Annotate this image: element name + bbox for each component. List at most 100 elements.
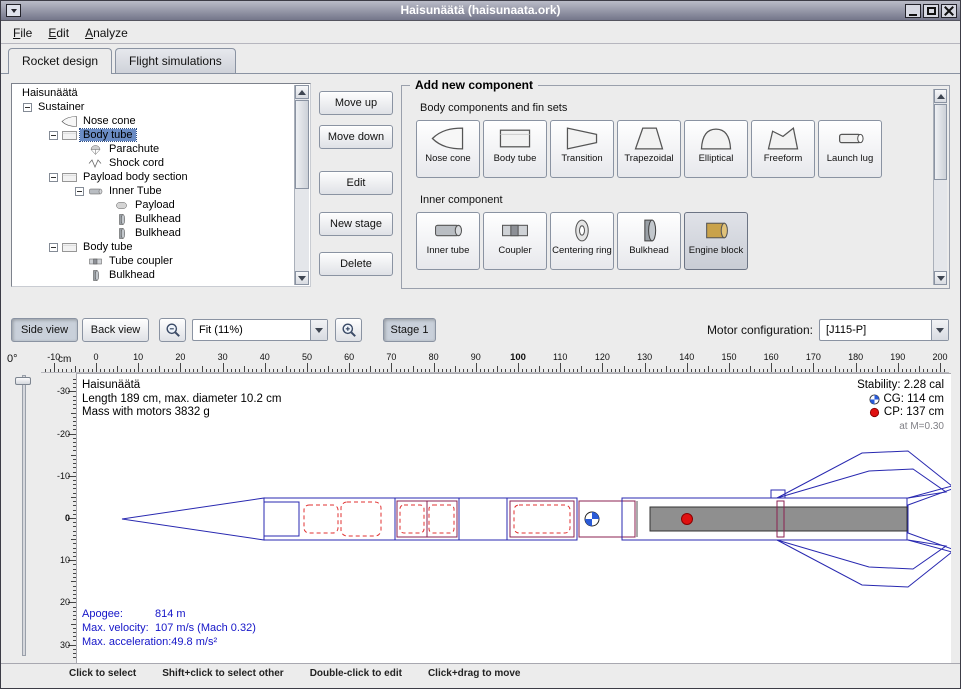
cg-icon bbox=[869, 394, 880, 405]
shockcord-icon bbox=[87, 157, 106, 170]
add-centering-ring-button[interactable]: Centering ring bbox=[550, 212, 614, 270]
component-button-label: Body tube bbox=[494, 154, 537, 164]
component-button-label: Transition bbox=[561, 154, 602, 164]
window-title: Haisunäätä (haisunaata.ork) bbox=[1, 3, 960, 17]
menu-analyze[interactable]: Analyze bbox=[77, 23, 136, 43]
ruler-label: 170 bbox=[806, 352, 821, 362]
tree-item-label: Haisunäätä bbox=[19, 87, 81, 99]
tree-item-body-tube[interactable]: Body tube bbox=[13, 128, 294, 142]
dropdown-arrow-icon[interactable] bbox=[310, 320, 327, 340]
close-icon bbox=[944, 6, 954, 16]
bulkhead-icon bbox=[113, 227, 132, 240]
tab-flight-simulations[interactable]: Flight simulations bbox=[115, 48, 236, 73]
zoom-select[interactable]: Fit (11%) bbox=[192, 319, 328, 341]
component-button-label: Elliptical bbox=[699, 154, 734, 164]
scroll-down-button[interactable] bbox=[295, 271, 309, 285]
add-transition-button[interactable]: Transition bbox=[550, 120, 614, 178]
back-view-button[interactable]: Back view bbox=[82, 318, 149, 342]
scrollbar-thumb[interactable] bbox=[934, 104, 947, 180]
zoom-out-button[interactable] bbox=[159, 318, 186, 342]
delete-button[interactable]: Delete bbox=[319, 252, 393, 276]
add-trapezoidal-button[interactable]: Trapezoidal bbox=[617, 120, 681, 178]
tree-item-tube-coupler[interactable]: Tube coupler bbox=[13, 254, 294, 268]
tree-expander-icon[interactable] bbox=[19, 103, 35, 112]
move-down-button[interactable]: Move down bbox=[319, 125, 393, 149]
cg-value: CG: 114 cm bbox=[884, 393, 945, 407]
zoom-in-button[interactable] bbox=[335, 318, 362, 342]
tree-item-shock-cord[interactable]: Shock cord bbox=[13, 156, 294, 170]
ruler-label: 30 bbox=[218, 352, 228, 362]
tree-item-bulkhead[interactable]: Bulkhead bbox=[13, 212, 294, 226]
tree-item-payload-body-section[interactable]: Payload body section bbox=[13, 170, 294, 184]
tree-item-payload[interactable]: Payload bbox=[13, 198, 294, 212]
add-coupler-button[interactable]: Coupler bbox=[483, 212, 547, 270]
component-button-label: Centering ring bbox=[552, 246, 612, 256]
flight-info-block: Apogee:814 m Max. velocity:107 m/s (Mach… bbox=[82, 607, 256, 649]
parachute-shape bbox=[341, 502, 381, 536]
rotation-slider[interactable] bbox=[22, 375, 26, 656]
tree-item-parachute[interactable]: Parachute bbox=[13, 142, 294, 156]
ruler-label: 50 bbox=[302, 352, 312, 362]
motor-configuration-select[interactable]: [J115-P] bbox=[819, 319, 949, 341]
title-bar[interactable]: Haisunäätä (haisunaata.ork) bbox=[1, 1, 960, 21]
ruler-label: 140 bbox=[679, 352, 694, 362]
menu-edit[interactable]: Edit bbox=[40, 23, 77, 43]
scroll-up-button[interactable] bbox=[934, 89, 947, 103]
maximize-button[interactable] bbox=[923, 4, 939, 18]
tree-item-inner-tube[interactable]: Inner Tube bbox=[13, 184, 294, 198]
cp-icon bbox=[869, 407, 880, 418]
zoom-in-icon bbox=[341, 322, 357, 338]
add-body-tube-button[interactable]: Body tube bbox=[483, 120, 547, 178]
menu-file[interactable]: File bbox=[5, 23, 40, 43]
add-freeform-button[interactable]: Freeform bbox=[751, 120, 815, 178]
scroll-up-button[interactable] bbox=[295, 85, 309, 99]
add-engine-block-button[interactable]: Engine block bbox=[684, 212, 748, 270]
dropdown-arrow-icon[interactable] bbox=[931, 320, 948, 340]
innertube-icon bbox=[430, 216, 466, 244]
panel-scrollbar[interactable] bbox=[933, 89, 947, 285]
payload-icon bbox=[113, 199, 132, 212]
maximize-icon bbox=[927, 7, 936, 15]
edit-button[interactable]: Edit bbox=[319, 171, 393, 195]
stage-1-toggle[interactable]: Stage 1 bbox=[383, 318, 436, 342]
add-component-title: Add new component bbox=[410, 78, 538, 92]
component-button-label: Launch lug bbox=[827, 154, 873, 164]
ruler-label: 70 bbox=[386, 352, 396, 362]
launchlug-icon bbox=[832, 124, 868, 152]
rocket-name: Haisunäätä bbox=[82, 379, 281, 393]
side-view-button[interactable]: Side view bbox=[11, 318, 78, 342]
tree-item-body-tube[interactable]: Body tube bbox=[13, 240, 294, 254]
add-bulkhead-button[interactable]: Bulkhead bbox=[617, 212, 681, 270]
zoom-value: Fit (11%) bbox=[193, 320, 310, 340]
tree-item-sustainer[interactable]: Sustainer bbox=[13, 100, 294, 114]
engineblock-icon bbox=[698, 216, 734, 244]
new-stage-button[interactable]: New stage bbox=[319, 212, 393, 236]
tree-item-bulkhead[interactable]: Bulkhead bbox=[13, 268, 294, 282]
arrow-up-icon bbox=[298, 86, 306, 95]
tree-item-label: Bulkhead bbox=[106, 269, 158, 281]
add-launch-lug-button[interactable]: Launch lug bbox=[818, 120, 882, 178]
tree-expander-icon[interactable] bbox=[71, 187, 87, 196]
add-nose-cone-button[interactable]: Nose cone bbox=[416, 120, 480, 178]
tree-item-bulkhead[interactable]: Bulkhead bbox=[13, 226, 294, 240]
ruler-label: 10 bbox=[133, 352, 143, 362]
tree-expander-icon[interactable] bbox=[45, 243, 61, 252]
close-button[interactable] bbox=[941, 4, 957, 18]
tree-scrollbar[interactable] bbox=[294, 85, 309, 285]
tree-item-label: Tube coupler bbox=[106, 255, 176, 267]
bodytube-icon bbox=[61, 241, 80, 254]
move-up-button[interactable]: Move up bbox=[319, 91, 393, 115]
add-elliptical-button[interactable]: Elliptical bbox=[684, 120, 748, 178]
rotation-slider-thumb[interactable] bbox=[15, 377, 31, 385]
scrollbar-thumb[interactable] bbox=[295, 100, 309, 189]
tree-expander-icon[interactable] bbox=[45, 131, 61, 140]
minimize-button[interactable] bbox=[905, 4, 921, 18]
add-inner-tube-button[interactable]: Inner tube bbox=[416, 212, 480, 270]
tree-item-nose-cone[interactable]: Nose cone bbox=[13, 114, 294, 128]
rocket-canvas[interactable]: Haisunäätä Length 189 cm, max. diameter … bbox=[76, 373, 951, 663]
scroll-down-button[interactable] bbox=[934, 271, 947, 285]
minimize-icon bbox=[909, 14, 917, 16]
tree-item-haisunäätä[interactable]: Haisunäätä bbox=[13, 86, 294, 100]
tree-expander-icon[interactable] bbox=[45, 173, 61, 182]
tab-rocket-design[interactable]: Rocket design bbox=[8, 48, 112, 73]
